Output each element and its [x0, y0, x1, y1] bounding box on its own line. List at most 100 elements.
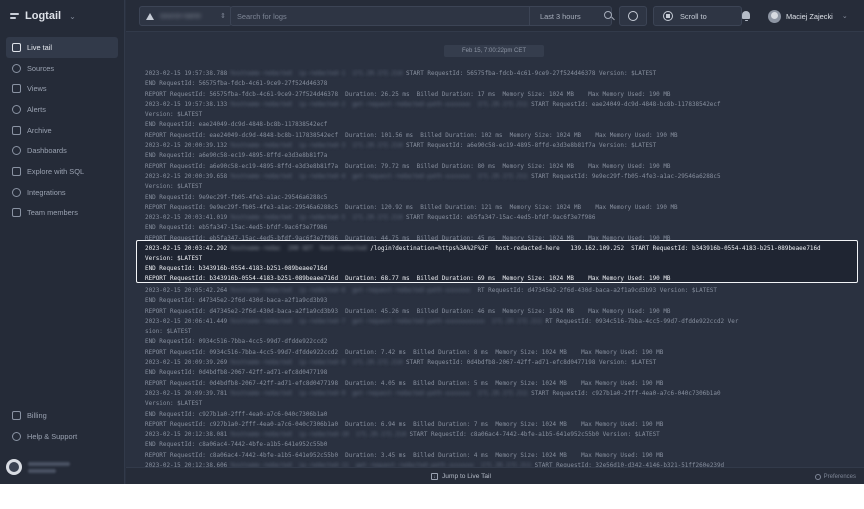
log-line: END RequestId: eb5fa347-15ac-4ed5-bfdf-9…: [145, 223, 857, 233]
log-message: END RequestId: c8a06ac4-7442-4bfe-a1b5-6…: [145, 441, 328, 449]
log-message: Version: $LATEST: [145, 400, 203, 408]
sidebar-item-archive[interactable]: Archive: [6, 120, 118, 141]
sidebar-billing-icon: [12, 410, 21, 420]
sidebar-item-team-members[interactable]: Team members: [6, 203, 118, 224]
log-line: REPORT RequestId: 0934c516-7bba-4cc5-99d…: [145, 348, 857, 358]
log-line: Version: $LATEST: [145, 110, 857, 120]
log-redacted-field: hostname-redacted ip-redacted-9 get-requ…: [227, 389, 532, 397]
sidebar-item-label: Archive: [27, 125, 52, 135]
sidebar-item-live-tail[interactable]: Live tail: [6, 37, 118, 58]
log-message: START RequestId: eb5fa347-15ac-4ed5-bfdf…: [405, 214, 596, 222]
log-line: 2023-02-15 20:06:41.449 hostname-redacte…: [145, 317, 857, 327]
sidebar-item-sources[interactable]: Sources: [6, 58, 118, 79]
sidebar-nav: Live tail Sources Views Alerts Archive Dashbo…: [6, 37, 118, 223]
log-message: RT RequestId: d47345e2-2f6d-430d-baca-a2…: [477, 287, 717, 294]
user-menu[interactable]: Maciej Zajecki ⌄: [768, 8, 848, 24]
log-lines: 2023-02-15 20:05:42.264 hostname-redacte…: [145, 286, 857, 467]
app-window: Logtail ⌄ Live tail Sources Views Alerts Arc…: [0, 0, 864, 484]
log-line: END RequestId: 9e9ec29f-fb05-4fe3-a1ac-2…: [145, 193, 857, 203]
log-line: END RequestId: c8a06ac4-7442-4bfe-a1b5-6…: [145, 440, 857, 450]
sidebar-item-label: Explore with SQL: [27, 166, 85, 176]
sidebar-terminal-icon: [12, 42, 21, 52]
sidebar-item-label: Dashboards: [27, 146, 67, 156]
jump-to-live-tail-button[interactable]: ↓ Jump to Live Tail: [431, 471, 491, 482]
sidebar-alert-icon: [12, 104, 21, 114]
highlighted-log-entry[interactable]: 2023-02-15 20:03:42.292 hostname-redac 2…: [136, 240, 858, 283]
filter-button[interactable]: [619, 6, 647, 26]
preferences-button[interactable]: Preferences: [814, 471, 856, 482]
log-message: Version: $LATEST: [145, 111, 203, 119]
search-input[interactable]: [237, 10, 517, 22]
sidebar-item-label: Sources: [27, 63, 55, 73]
log-redacted-field: hostname-redacted ip-redacted-4 get-requ…: [227, 172, 532, 180]
sidebar-item-integrations[interactable]: Integrations: [6, 182, 118, 203]
search-bar: Last 3 hours: [230, 6, 612, 26]
log-message: START RequestId: 0d4bdfb8-2067-42ff-ad71…: [405, 359, 657, 367]
sidebar-eye-icon: [12, 84, 21, 94]
sidebar-dashboard-icon: [12, 146, 21, 156]
log-message: sion: $LATEST: [145, 328, 192, 336]
sidebar-code-icon: [12, 166, 21, 176]
search-icon[interactable]: [604, 11, 612, 19]
sidebar-item-dashboards[interactable]: Dashboards: [6, 140, 118, 161]
sidebar: Logtail ⌄ Live tail Sources Views Alerts Arc…: [0, 0, 125, 484]
redacted-line: [28, 468, 56, 473]
sidebar-item-label: Views: [27, 84, 47, 94]
log-message: REPORT RequestId: d47345e2-2f6d-430d-bac…: [145, 307, 671, 315]
sidebar-item-views[interactable]: Views: [6, 78, 118, 99]
gear-icon: [814, 473, 821, 480]
sidebar-item-explore-with-sql[interactable]: Explore with SQL: [6, 161, 118, 182]
time-range-select[interactable]: Last 3 hours: [529, 7, 619, 25]
log-message: REPORT RequestId: c8a06ac4-7442-4bfe-a1b…: [145, 451, 664, 459]
log-timestamp: 2023-02-15 20:09:39.269: [145, 359, 228, 367]
log-message: END RequestId: 9e9ec29f-fb05-4fe3-a1ac-2…: [145, 193, 328, 201]
log-message: END RequestId: d47345e2-2f6d-430d-baca-a…: [145, 297, 328, 305]
log-lines-highlighted: 2023-02-15 20:03:42.292 hostname-redac 2…: [145, 244, 857, 285]
sidebar-team-icon: [12, 208, 21, 218]
log-line: END RequestId: eae24049-dc9d-4848-bc8b-1…: [145, 120, 857, 130]
log-message: Version: $LATEST: [145, 254, 203, 262]
log-message: RT RequestId: 0934c516-7bba-4cc5-99d7-df…: [545, 317, 739, 325]
sidebar-item-label: Billing: [27, 410, 47, 420]
logo[interactable]: Logtail ⌄: [10, 8, 76, 24]
log-message: REPORT RequestId: c927b1a0-2fff-4ea0-a7c…: [145, 420, 664, 428]
team-switcher[interactable]: [6, 458, 118, 476]
log-line: END RequestId: d47345e2-2f6d-430d-baca-a…: [145, 296, 857, 306]
log-redacted-field: hostname-redacted ip-redacted-7 get-requ…: [227, 317, 546, 325]
log-lines: 2023-02-15 19:57:38.788 hostname-redacte…: [145, 69, 857, 244]
log-redacted-field: hostname-redacted ip-redacted-8 171.29.1…: [227, 359, 406, 367]
chevron-down-icon: ⌄: [841, 13, 848, 20]
source-select[interactable]: source-name ⇕: [139, 6, 232, 26]
log-line: REPORT RequestId: b343916b-0554-4183-b25…: [145, 274, 857, 284]
log-line: Version: $LATEST: [145, 182, 857, 192]
scroll-to-button[interactable]: Scroll to: [653, 6, 742, 26]
sidebar-item-label: Team members: [27, 208, 78, 218]
sidebar-item-alerts[interactable]: Alerts: [6, 99, 118, 120]
log-message: REPORT RequestId: b343916b-0554-4183-b25…: [145, 275, 671, 283]
log-timestamp: 2023-02-15 19:57:38.788: [145, 70, 228, 77]
log-line: 2023-02-15 19:57:38.788 hostname-redacte…: [145, 69, 857, 79]
sidebar-item-billing[interactable]: Billing: [6, 405, 118, 426]
log-line: REPORT RequestId: c927b1a0-2fff-4ea0-a7c…: [145, 420, 857, 430]
log-message: Version: $LATEST: [145, 183, 203, 191]
sidebar-item-label: Alerts: [27, 104, 46, 114]
log-line: 2023-02-15 20:05:42.264 hostname-redacte…: [145, 286, 857, 296]
bell-icon[interactable]: [742, 11, 750, 21]
redacted-line: [28, 461, 70, 466]
log-message: START RequestId: 56575fba-fdcb-4c61-9ce9…: [405, 70, 657, 77]
log-line: REPORT RequestId: eae24049-dc9d-4848-bc8…: [145, 131, 857, 141]
log-stream[interactable]: Feb 15, 7:00:22pm CET 2023-02-15 19:57:3…: [126, 33, 864, 467]
log-redacted-field: hostname-redacted ip-redacted-5 171.29.1…: [227, 214, 406, 222]
time-range-label: Last 3 hours: [540, 11, 581, 21]
logtail-logo-icon: [10, 11, 21, 22]
log-message: END RequestId: 56575fba-fdcb-4c61-9ce9-2…: [145, 80, 328, 88]
log-line: 2023-02-15 20:03:41.019 hostname-redacte…: [145, 213, 857, 223]
date-separator: Feb 15, 7:00:22pm CET: [444, 45, 544, 57]
bottombar: ↓ Jump to Live Tail Preferences: [126, 467, 864, 484]
log-message: START RequestId: c927b1a0-2fff-4ea0-a7c6…: [531, 389, 721, 397]
log-message: /login?destination=https%3A%2F%2F host-r…: [370, 244, 821, 252]
log-redacted-field: hostname-redacted ip-redacted-1 171.29.1…: [227, 70, 406, 77]
sidebar-integrations-icon: [12, 187, 21, 197]
sidebar-item-help-support[interactable]: Help & Support: [6, 426, 118, 447]
source-triangle-icon: [146, 12, 154, 20]
